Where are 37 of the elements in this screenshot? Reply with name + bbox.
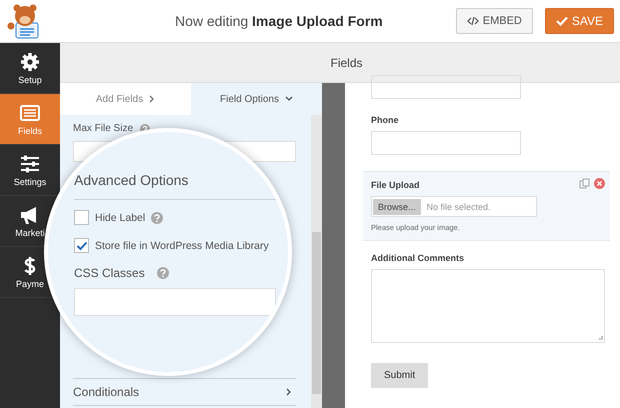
text-field[interactable]: [371, 131, 521, 155]
sliders-icon: [19, 154, 41, 174]
field-label: File Upload: [371, 180, 420, 190]
comments-field[interactable]: [371, 269, 605, 343]
embed-button[interactable]: EMBED: [456, 8, 533, 34]
file-status: No file selected.: [426, 202, 491, 212]
help-icon[interactable]: [151, 212, 164, 224]
field-label: CSS Classes: [74, 266, 145, 280]
resize-grip-icon[interactable]: [597, 335, 603, 341]
chevron-down-icon: [284, 96, 293, 102]
check-icon: [556, 16, 568, 26]
file-field[interactable]: Browse... No file selected.: [371, 196, 537, 217]
duplicate-icon[interactable]: [579, 178, 590, 189]
section-heading: Advanced Options: [74, 172, 190, 190]
submit-button[interactable]: Submit: [371, 363, 428, 388]
editing-title: Now editing Image Upload Form: [174, 13, 384, 29]
scrollbar[interactable]: [311, 115, 322, 408]
section-title: Fields: [330, 56, 362, 70]
list-icon: [19, 102, 41, 122]
panel-tab[interactable]: Add Fields: [60, 83, 191, 115]
help-icon[interactable]: [156, 267, 169, 279]
text-field[interactable]: [371, 75, 521, 99]
checkbox[interactable]: [74, 238, 89, 253]
field-label: Max File Size: [73, 123, 134, 134]
checkbox-label: Store file in WordPress Media Library: [95, 240, 269, 252]
chevron-right-icon: [286, 388, 292, 396]
checkbox[interactable]: [74, 210, 89, 225]
code-icon: [466, 16, 479, 26]
field-label: Phone: [371, 115, 399, 125]
gear-icon: [19, 52, 41, 72]
conditionals-row[interactable]: Conditionals: [73, 378, 296, 406]
css-classes-field[interactable]: [74, 288, 276, 316]
checkbox-label: Hide Label: [95, 212, 146, 224]
chevron-right-icon: [149, 95, 156, 103]
browse-button[interactable]: Browse...: [373, 198, 421, 214]
delete-icon[interactable]: [594, 178, 605, 189]
field-label: Additional Comments: [371, 253, 464, 263]
